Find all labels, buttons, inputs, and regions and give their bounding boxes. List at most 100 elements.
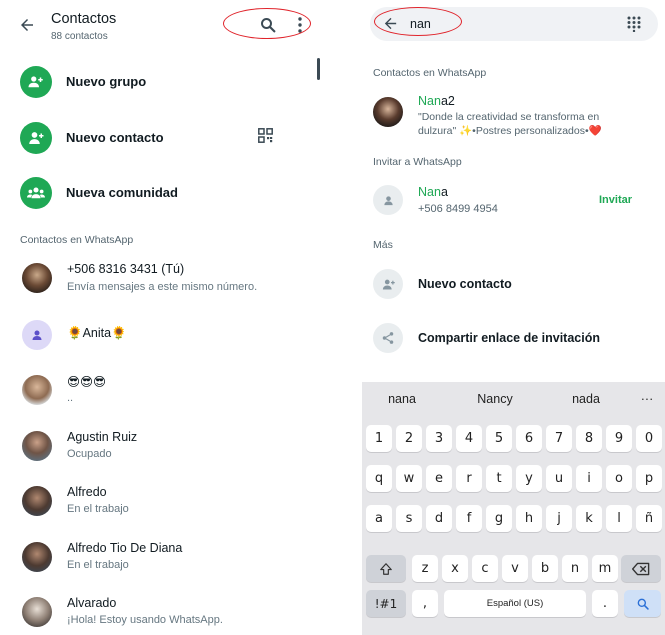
action-new-community[interactable]: Nueva comunidad — [20, 177, 310, 209]
contact-row[interactable]: Agustin Ruiz Ocupado — [20, 428, 320, 464]
suggestion[interactable]: Nancy — [450, 382, 540, 416]
key-6[interactable]: 6 — [516, 425, 542, 452]
key-r[interactable]: r — [456, 465, 482, 492]
shift-key[interactable] — [366, 555, 406, 582]
key-0[interactable]: 0 — [636, 425, 662, 452]
contact-status: Envía mensajes a este mismo número. — [67, 281, 258, 293]
action-label: Nueva comunidad — [66, 185, 178, 200]
key-x[interactable]: x — [442, 555, 468, 582]
name-highlight: Nan — [418, 185, 441, 199]
contact-status: .. — [67, 392, 74, 404]
option-label: Nuevo contacto — [418, 277, 512, 291]
key-ñ[interactable]: ñ — [636, 505, 662, 532]
contact-name: Alvarado — [67, 596, 117, 610]
avatar — [22, 431, 52, 461]
annotation-oval — [223, 8, 311, 39]
key-f[interactable]: f — [456, 505, 482, 532]
key-8[interactable]: 8 — [576, 425, 602, 452]
key-2[interactable]: 2 — [396, 425, 422, 452]
contact-name: Alfredo — [67, 485, 107, 499]
action-new-group[interactable]: Nuevo grupo — [20, 66, 310, 98]
suggestion[interactable]: nana — [362, 382, 442, 416]
action-new-contact[interactable]: Nuevo contacto — [20, 122, 310, 154]
key-5[interactable]: 5 — [486, 425, 512, 452]
backspace-key[interactable] — [621, 555, 661, 582]
qr-code-button[interactable] — [258, 128, 273, 148]
contact-name: Nana2 — [418, 94, 455, 108]
contact-row[interactable]: Alfredo En el trabajo — [20, 483, 320, 519]
key-p[interactable]: p — [636, 465, 662, 492]
key-l[interactable]: l — [606, 505, 632, 532]
option-label: Compartir enlace de invitación — [418, 331, 600, 345]
action-label: Nuevo contacto — [66, 130, 164, 145]
dialpad-button[interactable] — [627, 16, 641, 37]
share-icon — [373, 323, 403, 353]
key-j[interactable]: j — [546, 505, 572, 532]
contact-count: 88 contactos — [51, 31, 108, 42]
contact-row[interactable]: 🌻Anita🌻 — [20, 317, 320, 353]
keyboard: nana Nancy nada ··· !#1 , Español (US) .… — [362, 382, 665, 635]
key-7[interactable]: 7 — [546, 425, 572, 452]
key-g[interactable]: g — [486, 505, 512, 532]
key-v[interactable]: v — [502, 555, 528, 582]
contact-row[interactable]: +506 8316 3431 (Tú) Envía mensajes a est… — [20, 260, 320, 296]
contact-status: ¡Hola! Estoy usando WhatsApp. — [67, 614, 223, 626]
key-n[interactable]: n — [562, 555, 588, 582]
symbols-key[interactable]: !#1 — [366, 590, 406, 617]
key-4[interactable]: 4 — [456, 425, 482, 452]
comma-key[interactable]: , — [412, 590, 438, 617]
key-e[interactable]: e — [426, 465, 452, 492]
contact-row[interactable]: Alvarado ¡Hola! Estoy usando WhatsApp. — [20, 594, 320, 630]
key-u[interactable]: u — [546, 465, 572, 492]
key-y[interactable]: y — [516, 465, 542, 492]
contact-status: Ocupado — [67, 448, 112, 460]
key-1[interactable]: 1 — [366, 425, 392, 452]
contact-name: 🌻Anita🌻 — [67, 326, 127, 340]
key-d[interactable]: d — [426, 505, 452, 532]
avatar — [22, 263, 52, 293]
name-rest: a2 — [440, 94, 455, 108]
contact-phone: +506 8499 4954 — [418, 203, 498, 215]
contact-name: Nana — [418, 185, 448, 199]
more-new-contact[interactable]: Nuevo contacto — [372, 268, 662, 300]
key-a[interactable]: a — [366, 505, 392, 532]
section-title: Contactos en WhatsApp — [20, 234, 134, 246]
back-button[interactable] — [18, 16, 36, 39]
search-result-row[interactable]: Nana2 "Donde la creatividad se transform… — [372, 92, 662, 140]
dialpad-icon — [627, 16, 641, 33]
contacts-panel: Contactos 88 contactos Nuevo grupo Nuevo… — [0, 0, 330, 635]
key-m[interactable]: m — [592, 555, 618, 582]
invite-button[interactable]: Invitar — [599, 194, 632, 206]
space-key[interactable]: Español (US) — [444, 590, 586, 617]
invite-row[interactable]: Nana +506 8499 4954 Invitar — [372, 182, 662, 220]
suggestions-more[interactable]: ··· — [632, 382, 662, 416]
shift-icon — [380, 562, 392, 575]
key-h[interactable]: h — [516, 505, 542, 532]
period-key[interactable]: . — [592, 590, 618, 617]
key-i[interactable]: i — [576, 465, 602, 492]
contact-row[interactable]: Alfredo Tio De Diana En el trabajo — [20, 539, 320, 575]
scrollbar[interactable] — [317, 58, 320, 80]
avatar — [22, 542, 52, 572]
key-c[interactable]: c — [472, 555, 498, 582]
suggestion[interactable]: nada — [546, 382, 626, 416]
search-key[interactable] — [624, 590, 661, 617]
contact-row[interactable]: 😎😎😎 .. — [20, 372, 320, 408]
key-s[interactable]: s — [396, 505, 422, 532]
key-t[interactable]: t — [486, 465, 512, 492]
page-title: Contactos — [51, 11, 117, 27]
key-k[interactable]: k — [576, 505, 602, 532]
more-share-link[interactable]: Compartir enlace de invitación — [372, 322, 662, 354]
key-z[interactable]: z — [412, 555, 438, 582]
contact-status: En el trabajo — [67, 559, 129, 571]
key-q[interactable]: q — [366, 465, 392, 492]
key-b[interactable]: b — [532, 555, 558, 582]
key-o[interactable]: o — [606, 465, 632, 492]
key-3[interactable]: 3 — [426, 425, 452, 452]
contact-status: "Donde la creatividad se transforma en d… — [418, 111, 602, 137]
avatar — [22, 486, 52, 516]
avatar — [22, 375, 52, 405]
person-add-icon — [373, 269, 403, 299]
key-w[interactable]: w — [396, 465, 422, 492]
key-9[interactable]: 9 — [606, 425, 632, 452]
